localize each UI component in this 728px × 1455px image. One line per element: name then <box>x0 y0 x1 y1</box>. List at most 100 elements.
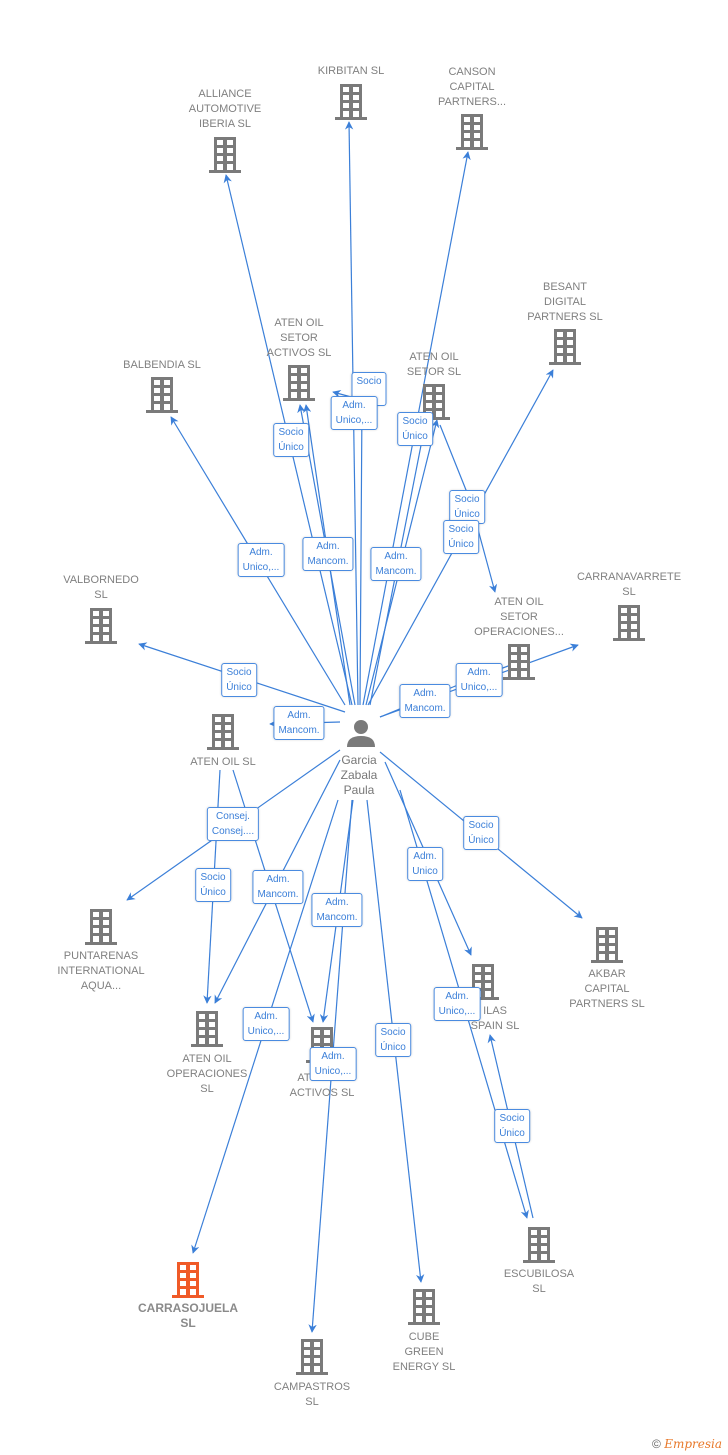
company-label-line: SL <box>94 589 108 601</box>
company-label-line: IBERIA SL <box>199 118 251 130</box>
relation-label-line: Socio <box>402 416 428 427</box>
company-aten-setor-activos-building-icon[interactable] <box>283 365 315 401</box>
relation-label-line: Unico,... <box>314 1066 352 1077</box>
relation-label-box[interactable]: Adm. Unico,... <box>242 1007 290 1041</box>
company-label-line: SL <box>532 1283 546 1295</box>
company-label-line: ALLIANCE <box>198 88 252 100</box>
relation-label-line: Único <box>226 682 252 693</box>
relation-label-box[interactable]: Adm. Unico,... <box>433 987 481 1021</box>
company-carrasojuela-label[interactable]: CARRASOJUELA SL <box>138 1301 238 1331</box>
company-akbar-building-icon[interactable] <box>591 927 623 963</box>
company-cube-green-label[interactable]: CUBE GREEN ENERGY SL <box>393 1330 456 1375</box>
company-label-line: PARTNERS... <box>437 96 507 108</box>
relation-label-box[interactable]: Socio Único <box>221 663 257 697</box>
company-alliance-building-icon[interactable] <box>209 137 241 173</box>
company-aten-setor-label[interactable]: ATEN OIL SETOR SL <box>407 350 461 380</box>
relation-label-line: Único <box>448 539 474 550</box>
relation-label-box[interactable]: Adm. Unico,... <box>237 543 285 577</box>
company-campastros-building-icon[interactable] <box>296 1339 328 1375</box>
company-valbornedo-label[interactable]: VALBORNEDO SL <box>63 573 139 603</box>
relation-label-box[interactable]: Socio Único <box>463 816 499 850</box>
relation-label-line: Mancom. <box>307 556 349 567</box>
relation-label-box[interactable]: Adm. Unico,... <box>309 1047 357 1081</box>
company-label-line: DIGITAL <box>544 296 586 308</box>
company-puntarenas-label[interactable]: PUNTARENAS INTERNATIONAL AQUA... <box>57 949 144 994</box>
relation-label-line: Adm. <box>384 551 408 562</box>
relation-label-box[interactable]: Socio Único <box>375 1023 411 1057</box>
relation-label-box[interactable]: Socio Único <box>195 868 231 902</box>
brand-logo[interactable]: Empresia <box>664 1437 722 1451</box>
company-aten-setor-activos-label[interactable]: ATEN OIL SETOR ACTIVOS SL <box>267 316 332 361</box>
relation-label-box[interactable]: Adm. Mancom. <box>302 537 354 571</box>
relation-label-box[interactable]: Adm. Mancom. <box>399 684 451 718</box>
company-escubilosa-building-icon[interactable] <box>523 1227 555 1263</box>
relation-label-box[interactable]: Adm. Mancom. <box>370 547 422 581</box>
relation-label-line: Socio <box>200 872 226 883</box>
relation-label-box[interactable]: Consej. Consej.... <box>206 807 260 841</box>
company-carrasojuela-building-icon[interactable] <box>172 1262 204 1298</box>
copyright-footer: © Empresia <box>652 1437 722 1451</box>
person-label[interactable]: Garcia Zabala Paula <box>341 753 378 798</box>
relation-label-box[interactable]: Adm. Mancom. <box>311 893 363 927</box>
company-cube-green-building-icon[interactable] <box>408 1289 440 1325</box>
company-aten-oil-label[interactable]: ATEN OIL SL <box>190 755 255 770</box>
relation-label-box[interactable]: Adm. Unico,... <box>455 663 503 697</box>
relation-label-box[interactable]: Adm. Mancom. <box>273 706 325 740</box>
company-aten-setor-operaciones-label[interactable]: ATEN OIL SETOR OPERACIONES... <box>474 595 564 640</box>
relation-label-line: Consej.... <box>211 826 255 837</box>
relation-label-line: Socio <box>448 524 474 535</box>
company-label-line: GREEN <box>404 1346 444 1358</box>
company-puntarenas-building-icon[interactable] <box>85 909 117 945</box>
company-campastros-label[interactable]: CAMPASTROS SL <box>274 1380 350 1410</box>
relation-label-line: Unico,... <box>460 682 498 693</box>
relation-label-box[interactable]: Socio Único <box>443 520 479 554</box>
relation-label-box[interactable]: Socio Único <box>397 412 433 446</box>
company-valbornedo-building-icon[interactable] <box>85 608 117 644</box>
company-escubilosa-label[interactable]: ESCUBILOSA SL <box>504 1267 574 1297</box>
company-label-line: ACTIVOS SL <box>266 347 332 359</box>
relation-label-line: Único <box>499 1128 525 1139</box>
company-carranavarrete-building-icon[interactable] <box>613 605 645 641</box>
company-canson-label[interactable]: CANSON CAPITAL PARTNERS... <box>438 65 506 110</box>
company-label-line: SL <box>622 586 636 598</box>
relation-label-line: Adm. <box>342 400 366 411</box>
company-kirbitan-label[interactable]: KIRBITAN SL <box>318 64 384 79</box>
relation-label-line: Adm. <box>325 897 349 908</box>
relation-label-box[interactable]: Socio Único <box>273 423 309 457</box>
company-akbar-label[interactable]: AKBAR CAPITAL PARTNERS SL <box>569 967 644 1012</box>
relation-label-line: Mancom. <box>375 566 417 577</box>
company-besant-label[interactable]: BESANT DIGITAL PARTNERS SL <box>527 280 602 325</box>
company-alliance-label[interactable]: ALLIANCE AUTOMOTIVE IBERIA SL <box>189 87 262 132</box>
relation-label-line: Mancom. <box>257 889 299 900</box>
company-label-line: ATEN OIL SL <box>190 756 256 768</box>
relation-label-box[interactable]: Socio Único <box>449 490 485 524</box>
company-canson-building-icon[interactable] <box>456 114 488 150</box>
person-label-line: Zabala <box>340 768 378 782</box>
company-balbendia-label[interactable]: BALBENDIA SL <box>123 358 201 373</box>
person-icon[interactable] <box>347 720 375 747</box>
company-carranavarrete-label[interactable]: CARRANAVARRETE SL <box>577 570 681 600</box>
company-besant-building-icon[interactable] <box>549 329 581 365</box>
company-label-line: CAPITAL <box>584 983 630 995</box>
copyright-symbol: © <box>652 1437 661 1451</box>
company-aten-operaciones-building-icon[interactable] <box>191 1011 223 1047</box>
company-label-line: BALBENDIA SL <box>123 359 201 371</box>
network-diagram: KIRBITAN SL ALLIANCE AUTOMOTIVE IBERIA SL CA… <box>0 0 728 1455</box>
company-label-line: SL <box>305 1396 319 1408</box>
company-label-line: PUNTARENAS <box>63 950 139 962</box>
company-kirbitan-building-icon[interactable] <box>335 84 367 120</box>
company-balbendia-building-icon[interactable] <box>146 377 178 413</box>
company-label-line: OPERACIONES... <box>474 626 564 638</box>
company-aten-oil-building-icon[interactable] <box>207 714 239 750</box>
relation-label-line: Único <box>468 835 494 846</box>
relation-label-line: Adm. <box>321 1051 345 1062</box>
person-label-line: Garcia <box>341 753 377 767</box>
relation-label-box[interactable]: Adm. Mancom. <box>252 870 304 904</box>
relation-label-line: Único <box>380 1042 406 1053</box>
company-aten-operaciones-label[interactable]: ATEN OIL OPERACIONES SL <box>167 1052 248 1097</box>
relation-label-box[interactable]: Adm. Unico <box>407 847 443 881</box>
relation-label-box[interactable]: Socio Único <box>494 1109 530 1143</box>
person-label-line: Paula <box>343 783 375 797</box>
company-label-line: AQUA... <box>80 980 122 992</box>
relation-label-box[interactable]: Adm. Unico,... <box>330 396 378 430</box>
